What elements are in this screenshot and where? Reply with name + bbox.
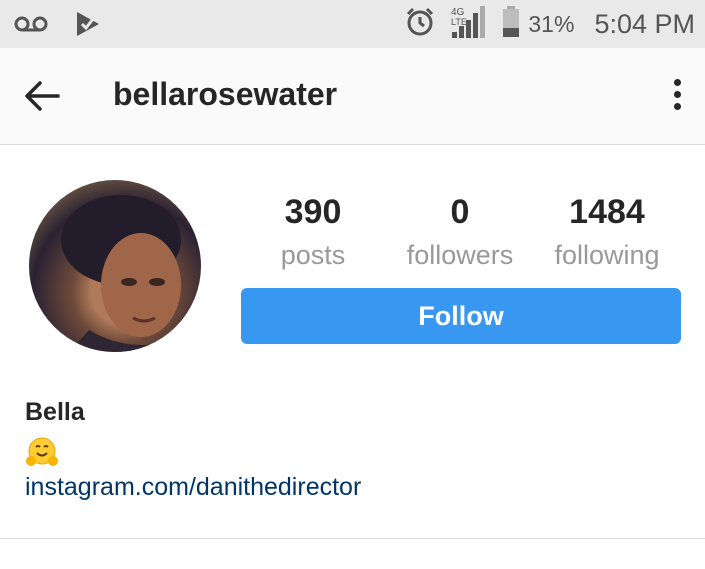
follow-button[interactable]: Follow xyxy=(241,288,681,344)
posts-count: 390 xyxy=(284,193,342,231)
hugging-face-emoji xyxy=(25,436,59,468)
app-bar: bellarosewater xyxy=(0,48,705,145)
followers-count: 0 xyxy=(450,193,470,231)
svg-text:LTE: LTE xyxy=(451,17,467,27)
following-label: following xyxy=(554,240,660,270)
following-stat[interactable]: 1484 following xyxy=(532,192,682,274)
section-divider xyxy=(0,538,705,539)
profile-avatar[interactable] xyxy=(29,180,201,352)
more-options-button[interactable] xyxy=(667,76,687,116)
status-bar: 4G LTE 31% 5:04 PM xyxy=(0,0,705,48)
back-button[interactable] xyxy=(22,78,62,114)
voicemail-icon xyxy=(14,13,48,40)
status-time: 5:04 PM xyxy=(594,8,695,39)
battery-icon xyxy=(502,5,520,43)
notification-check-icon xyxy=(74,10,102,43)
posts-label: posts xyxy=(280,240,346,270)
followers-label: followers xyxy=(406,240,514,270)
alarm-icon xyxy=(404,6,436,43)
profile-full-name: Bella xyxy=(25,398,85,426)
followers-stat[interactable]: 0 followers xyxy=(385,192,535,274)
more-vert-icon xyxy=(673,79,681,86)
more-vert-dot xyxy=(673,91,681,98)
battery-percentage: 31% xyxy=(528,10,575,37)
posts-stat[interactable]: 390 posts xyxy=(238,192,388,274)
following-count: 1484 xyxy=(569,193,645,231)
bio-website-link[interactable]: instagram.com/danithedirector xyxy=(25,473,361,502)
arrow-left-icon xyxy=(25,81,60,111)
signal-4g-lte-icon: 4G LTE xyxy=(450,4,488,45)
avatar-photo xyxy=(61,195,201,352)
profile-username-title: bellarosewater xyxy=(113,76,338,112)
more-vert-dot xyxy=(673,103,681,110)
